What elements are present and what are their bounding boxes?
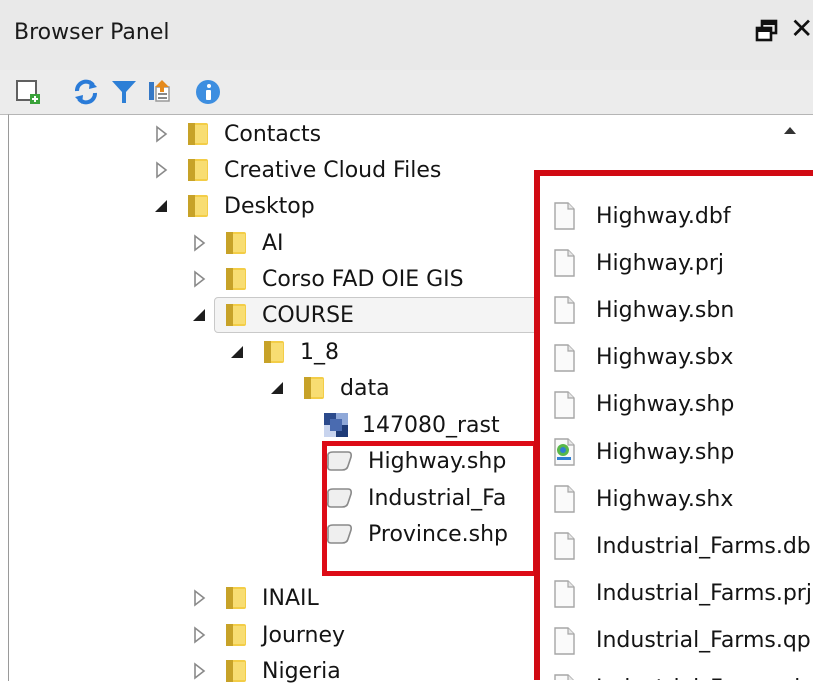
tree-row[interactable]: INAIL bbox=[188, 580, 319, 616]
expanded-arrow-icon[interactable] bbox=[150, 195, 172, 217]
panel-toolbar bbox=[0, 70, 813, 115]
tree-row[interactable]: Corso FAD OIE GIS bbox=[188, 261, 464, 297]
file-name-label: Highway.shx bbox=[596, 486, 734, 512]
file-row[interactable]: Industrial_Farms.sh bbox=[552, 666, 808, 680]
file-icon bbox=[554, 627, 575, 655]
file-row[interactable]: Industrial_Farms.prj bbox=[552, 572, 812, 616]
file-name-label: Highway.dbf bbox=[596, 203, 731, 229]
file-name-label: Industrial_Farms.db bbox=[596, 533, 811, 559]
file-icon bbox=[554, 674, 574, 680]
file-name-label: Highway.sbx bbox=[596, 345, 734, 371]
file-name-label: Highway.sbn bbox=[596, 297, 735, 323]
tree-row[interactable]: Journey bbox=[188, 617, 345, 653]
tree-row[interactable]: 147080_rast bbox=[300, 407, 500, 443]
expanded-arrow-icon[interactable] bbox=[226, 341, 248, 363]
tree-item-label: AI bbox=[262, 230, 284, 256]
collapsed-arrow-icon[interactable] bbox=[188, 587, 210, 609]
add-layer-icon[interactable] bbox=[14, 78, 42, 106]
tree-item-label: Journey bbox=[262, 622, 346, 648]
refresh-icon[interactable] bbox=[72, 78, 100, 106]
folder-icon bbox=[226, 624, 246, 646]
folder-icon bbox=[226, 304, 246, 326]
tree-row[interactable]: Creative Cloud Files bbox=[150, 152, 441, 188]
file-row[interactable]: Highway.prj bbox=[552, 241, 724, 285]
tree-row[interactable]: 1_8 bbox=[226, 334, 339, 370]
folder-icon bbox=[226, 660, 246, 682]
tree-item-label: COURSE bbox=[262, 302, 354, 328]
qgis-file-icon bbox=[554, 438, 575, 466]
scroll-up-arrow-icon[interactable] bbox=[778, 118, 802, 142]
tree-row[interactable]: COURSE bbox=[188, 297, 354, 333]
tree-item-label: Corso FAD OIE GIS bbox=[262, 266, 464, 292]
tree-item-label: INAIL bbox=[262, 585, 319, 611]
collapsed-arrow-icon[interactable] bbox=[150, 123, 172, 145]
file-name-label: Highway.shp bbox=[596, 439, 735, 465]
file-list-overlay: Highway.dbf Highway.prj Highway.sbn Highway… bbox=[534, 170, 813, 680]
info-icon[interactable] bbox=[194, 78, 222, 106]
file-name-label: Industrial_Farms.prj bbox=[596, 581, 812, 607]
tree-item-label: Creative Cloud Files bbox=[224, 157, 442, 183]
tree-row[interactable]: Contacts bbox=[150, 116, 321, 152]
file-icon bbox=[554, 532, 575, 561]
file-icon bbox=[554, 202, 575, 230]
folder-icon bbox=[226, 232, 246, 254]
folder-icon bbox=[264, 341, 284, 363]
file-name-label: Industrial_Farms.qp bbox=[596, 628, 811, 654]
raster-icon bbox=[324, 413, 348, 437]
spacer bbox=[300, 487, 322, 509]
tree-row[interactable]: data bbox=[266, 370, 390, 406]
tree-row[interactable]: Desktop bbox=[150, 188, 315, 224]
tree-item-label: 1_8 bbox=[300, 339, 339, 365]
close-panel-button[interactable]: ✕ bbox=[790, 14, 813, 44]
file-icon bbox=[554, 343, 575, 372]
shapefile-highlight-box bbox=[322, 441, 538, 576]
tree-item-label: 147080_rast bbox=[362, 412, 500, 438]
file-icon bbox=[554, 485, 575, 513]
file-icon bbox=[554, 249, 575, 277]
tree-item-label: Contacts bbox=[224, 121, 322, 147]
file-row[interactable]: Highway.shp bbox=[552, 430, 734, 474]
file-name-label: Highway.shp bbox=[596, 392, 735, 418]
file-row[interactable]: Highway.shx bbox=[552, 477, 733, 521]
collapsed-arrow-icon[interactable] bbox=[188, 268, 210, 290]
file-icon bbox=[554, 579, 575, 608]
filter-icon[interactable] bbox=[110, 78, 138, 106]
file-name-label: Highway.prj bbox=[596, 250, 725, 276]
panel-title-bar: Browser Panel ✕ bbox=[0, 0, 813, 71]
tree-row[interactable]: AI bbox=[188, 225, 284, 261]
panel-title: Browser Panel bbox=[14, 20, 170, 45]
folder-icon bbox=[304, 377, 324, 399]
tree-item-label: Desktop bbox=[224, 193, 315, 219]
file-icon bbox=[554, 296, 575, 325]
spacer bbox=[300, 450, 322, 472]
expanded-arrow-icon[interactable] bbox=[188, 304, 210, 326]
file-row[interactable]: Industrial_Farms.qp bbox=[552, 619, 811, 663]
folder-icon bbox=[226, 268, 246, 290]
folder-icon bbox=[188, 123, 208, 145]
file-row[interactable]: Industrial_Farms.db bbox=[552, 524, 811, 568]
file-row[interactable]: Highway.sbx bbox=[552, 336, 733, 380]
folder-icon bbox=[188, 195, 208, 217]
spacer bbox=[300, 414, 322, 436]
file-row[interactable]: Highway.shp bbox=[552, 383, 734, 427]
collapsed-arrow-icon[interactable] bbox=[150, 159, 172, 181]
collapsed-arrow-icon[interactable] bbox=[188, 232, 210, 254]
folder-icon bbox=[188, 159, 208, 181]
file-icon bbox=[554, 391, 575, 419]
file-row[interactable]: Highway.dbf bbox=[552, 194, 731, 238]
tree-row[interactable]: Nigeria bbox=[188, 653, 341, 689]
collapse-all-icon[interactable] bbox=[146, 78, 174, 106]
folder-icon bbox=[226, 587, 246, 609]
collapsed-arrow-icon[interactable] bbox=[188, 660, 210, 682]
file-row[interactable]: Highway.sbn bbox=[552, 288, 734, 332]
tree-item-label: data bbox=[340, 375, 390, 401]
collapsed-arrow-icon[interactable] bbox=[188, 624, 210, 646]
float-panel-icon[interactable] bbox=[754, 18, 780, 44]
file-name-label: Industrial_Farms.sh bbox=[596, 676, 808, 681]
expanded-arrow-icon[interactable] bbox=[266, 377, 288, 399]
spacer bbox=[300, 523, 322, 545]
